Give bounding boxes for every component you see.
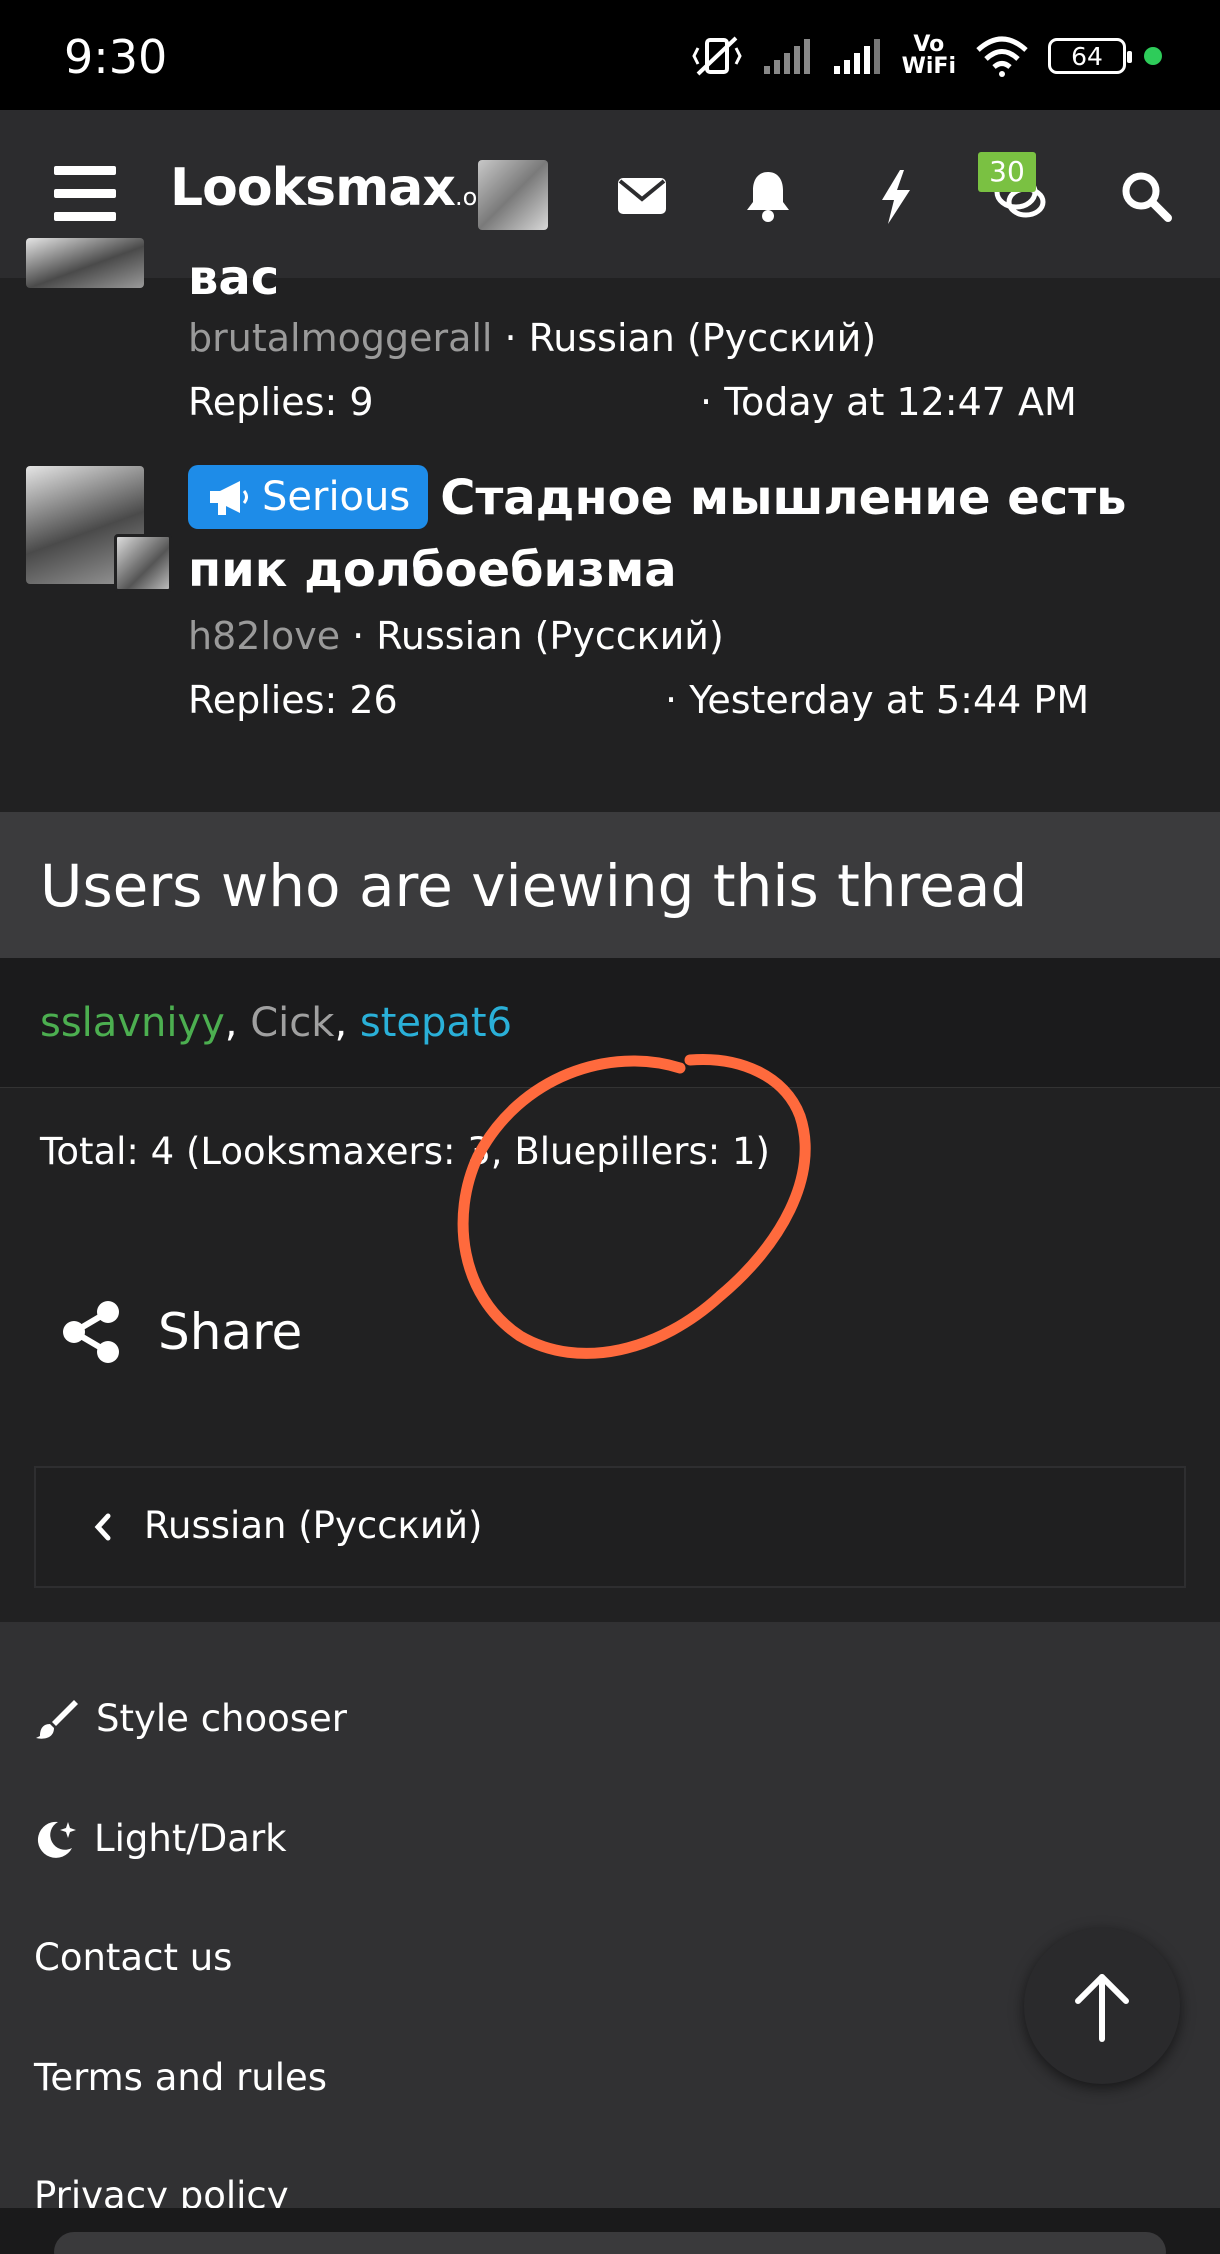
status-icons: Vo WiFi 64 [690, 28, 1162, 84]
battery-icon: 64 [1048, 38, 1132, 74]
thread-prefix[interactable]: Serious [188, 465, 429, 529]
share-button[interactable]: Share [60, 1288, 302, 1376]
avatar[interactable] [26, 238, 144, 288]
bell-icon[interactable] [738, 166, 798, 226]
avatar[interactable] [114, 534, 172, 592]
footer-terms[interactable]: Terms and rules [34, 2056, 327, 2099]
thread-forum[interactable]: Russian (Русский) [529, 316, 877, 360]
footer-light-dark[interactable]: Light/Dark [34, 1816, 287, 1860]
status-time: 9:30 [64, 30, 168, 84]
chevron-left-icon [94, 1513, 111, 1541]
signal-icon [763, 39, 810, 74]
megaphone-icon [210, 481, 248, 515]
thread-author[interactable]: h82love [188, 614, 340, 658]
menu-icon[interactable] [54, 166, 116, 222]
site-logo[interactable]: Looksmax.org [170, 158, 502, 218]
logo-main: Looksmax [170, 158, 456, 218]
share-label: Share [158, 1303, 303, 1361]
moon-icon [37, 1821, 76, 1858]
separator: , [334, 1000, 360, 1046]
status-bar: 9:30 Vo WiFi 64 [0, 0, 1220, 110]
viewing-user[interactable]: Cick [250, 1000, 334, 1046]
arrow-up-icon [1075, 1974, 1129, 2042]
footer-link-label: Light/Dark [94, 1816, 287, 1860]
breadcrumb-label[interactable]: Russian (Русский) [144, 1504, 482, 1547]
search-icon[interactable] [1116, 166, 1176, 226]
footer-contact-us[interactable]: Contact us [34, 1936, 232, 1979]
thread-date: · Yesterday at 5:44 PM [665, 678, 1090, 722]
thread-list-item[interactable]: Serious Стадное мышление есть пик долбое… [0, 462, 1220, 762]
thread-title[interactable]: Serious Стадное мышление есть пик долбое… [188, 462, 1148, 606]
vowifi-bottom: WiFi [901, 54, 956, 79]
address-bar[interactable] [54, 2232, 1166, 2254]
thread-meta: brutalmoggerall · Russian (Русский) [188, 316, 877, 360]
thread-list-item[interactable]: вас brutalmoggerall · Russian (Русский) Re… [0, 238, 1220, 448]
thread-meta: h82love · Russian (Русский) [188, 614, 724, 658]
breadcrumb[interactable]: Russian (Русский) [34, 1466, 1186, 1588]
thread-date-text: Today at 12:47 AM [724, 380, 1077, 424]
thread-prefix-label: Serious [262, 474, 411, 520]
mail-icon[interactable] [612, 166, 672, 226]
dot-icon [1144, 47, 1162, 65]
viewing-user[interactable]: sslavniyy [40, 1000, 225, 1046]
thread-date: · Today at 12:47 AM [700, 380, 1077, 424]
annotation-circle [457, 1054, 811, 1359]
share-icon [63, 1301, 119, 1363]
footer: Style chooser Light/Dark Contact us Term… [0, 1622, 1220, 2217]
scroll-to-top-button[interactable] [1024, 1928, 1180, 2084]
thread-forum[interactable]: Russian (Русский) [376, 614, 724, 658]
thread-replies: Replies: 9 [188, 380, 374, 424]
thread-replies: Replies: 26 [188, 678, 398, 722]
wifi-icon [976, 36, 1028, 77]
vowifi-top: Vo [913, 32, 945, 57]
thread-title[interactable]: вас [188, 242, 279, 314]
notification-badge[interactable]: 30 [978, 152, 1036, 192]
footer-style-chooser[interactable]: Style chooser [34, 1696, 347, 1740]
footer-link-label: Style chooser [96, 1696, 348, 1740]
thread-author[interactable]: brutalmoggerall [188, 316, 492, 360]
bottom-bar [0, 2208, 1220, 2254]
paintbrush-icon [36, 1700, 78, 1739]
signal-icon [833, 39, 880, 74]
lightning-icon[interactable] [866, 166, 926, 226]
battery-level: 64 [1071, 41, 1103, 71]
separator: , [224, 1000, 251, 1046]
app-header: Looksmax.org 30 [0, 110, 1220, 278]
avatar[interactable] [478, 160, 548, 230]
viewing-section-header: Users who are viewing this thread [0, 812, 1220, 958]
thread-date-text: Yesterday at 5:44 PM [689, 678, 1090, 722]
viewing-heading: Users who are viewing this thread [40, 852, 1028, 920]
mute-vibrate-icon [691, 36, 742, 76]
vowifi-icon: Vo WiFi [902, 34, 956, 78]
